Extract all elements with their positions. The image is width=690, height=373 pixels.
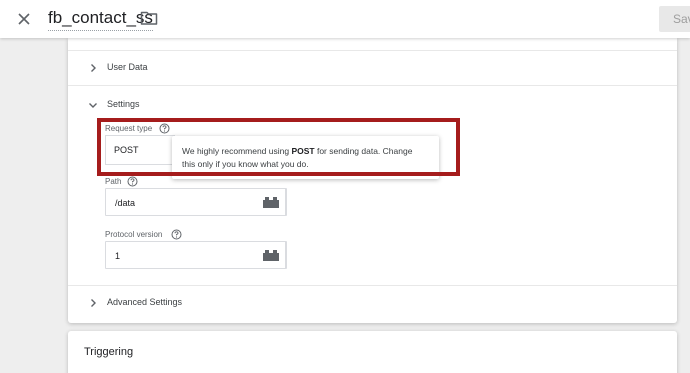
divider bbox=[68, 285, 677, 286]
section-advanced-settings[interactable]: Advanced Settings bbox=[68, 291, 677, 315]
section-user-data-label: User Data bbox=[107, 62, 148, 72]
tag-name-field[interactable]: fb_contact_ss bbox=[48, 7, 153, 31]
variable-brick-icon bbox=[263, 197, 279, 208]
section-settings-label: Settings bbox=[107, 99, 140, 109]
insert-variable-button[interactable] bbox=[257, 241, 286, 269]
top-bar: fb_contact_ss Save bbox=[0, 0, 690, 38]
protocol-version-label: Protocol version bbox=[105, 230, 163, 239]
section-settings[interactable]: Settings bbox=[68, 93, 677, 117]
close-icon[interactable] bbox=[14, 9, 34, 29]
request-type-select[interactable]: POST bbox=[105, 135, 175, 165]
insert-variable-button[interactable] bbox=[257, 188, 286, 216]
path-label: Path bbox=[105, 177, 122, 186]
tooltip-emphasis: POST bbox=[291, 146, 315, 156]
variable-brick-icon bbox=[263, 250, 279, 261]
chevron-right-icon bbox=[91, 299, 96, 307]
help-icon[interactable] bbox=[159, 123, 170, 134]
request-type-value: POST bbox=[114, 145, 139, 155]
divider bbox=[68, 50, 677, 51]
chevron-down-icon bbox=[89, 103, 97, 108]
protocol-version-value: 1 bbox=[115, 251, 121, 261]
tooltip-line-2: this only if you know what you do. bbox=[182, 159, 309, 169]
section-advanced-settings-label: Advanced Settings bbox=[107, 297, 183, 307]
tooltip-text: for sending data. Change bbox=[314, 146, 413, 156]
help-icon[interactable] bbox=[127, 176, 138, 187]
folder-icon[interactable] bbox=[140, 10, 158, 26]
chevron-right-icon bbox=[91, 64, 96, 72]
tooltip-line-1: We highly recommend using POST for sendi… bbox=[182, 145, 429, 158]
triggering-card[interactable]: Triggering bbox=[68, 331, 677, 373]
save-button[interactable]: Save bbox=[659, 6, 690, 32]
request-type-label: Request type bbox=[105, 124, 153, 133]
path-value: /data bbox=[115, 198, 136, 208]
tag-configuration-card: User Data Settings Path /data Protocol v… bbox=[68, 38, 677, 323]
help-tooltip: We highly recommend using POST for sendi… bbox=[172, 136, 439, 179]
tooltip-text: We highly recommend using bbox=[182, 146, 292, 156]
tag-name: fb_contact_ss bbox=[48, 8, 153, 27]
divider bbox=[68, 85, 677, 86]
help-icon[interactable] bbox=[171, 229, 182, 240]
section-user-data[interactable]: User Data bbox=[68, 56, 677, 80]
triggering-title: Triggering bbox=[84, 346, 134, 358]
